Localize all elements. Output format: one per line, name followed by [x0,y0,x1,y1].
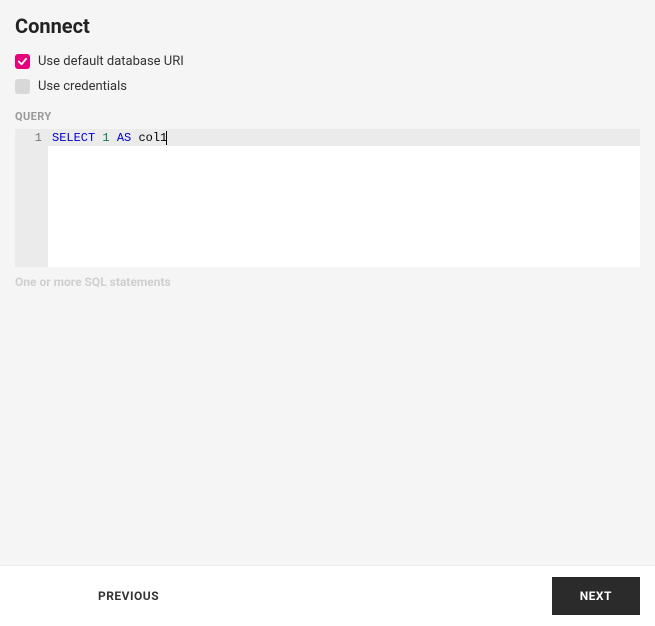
use-credentials-label: Use credentials [38,79,127,94]
editor-body[interactable]: SELECT 1 AS col1 [48,129,640,267]
line-number: 1 [15,131,42,145]
footer-bar: PREVIOUS NEXT [0,565,655,626]
query-editor[interactable]: 1 SELECT 1 AS col1 [15,129,640,267]
use-default-db-uri-label: Use default database URI [38,54,184,69]
text-cursor-icon [166,131,167,145]
query-section-label: QUERY [15,110,640,123]
sql-identifier: col1 [138,131,167,145]
use-credentials-checkbox-row[interactable]: Use credentials [15,79,640,94]
code-line: SELECT 1 AS col1 [48,129,640,145]
sql-keyword: SELECT [52,131,95,145]
content-area: Connect Use default database URI Use cre… [0,0,655,565]
checkbox-unchecked-icon [15,79,30,94]
editor-gutter: 1 [15,129,48,267]
sql-number: 1 [102,131,109,145]
query-hint: One or more SQL statements [15,275,640,289]
sql-keyword: AS [117,131,131,145]
previous-button[interactable]: PREVIOUS [70,577,187,615]
checkbox-checked-icon [15,54,30,69]
next-button[interactable]: NEXT [552,577,640,615]
page-title: Connect [15,14,640,38]
use-default-db-uri-checkbox-row[interactable]: Use default database URI [15,54,640,69]
